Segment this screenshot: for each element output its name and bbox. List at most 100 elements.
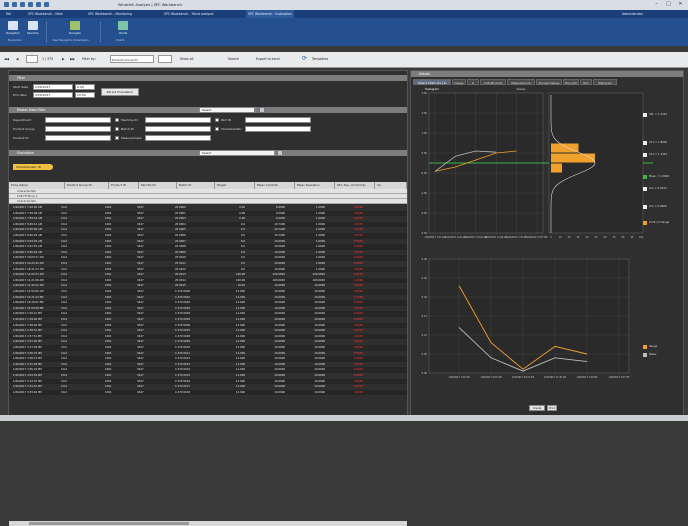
chart-tab[interactable]: CUSUM chart bbox=[480, 79, 506, 85]
prev-page-icon[interactable]: ◀ bbox=[16, 55, 18, 64]
chart-tab[interactable]: Measurement Values bbox=[507, 79, 535, 91]
search-button[interactable]: Search bbox=[228, 55, 239, 64]
end-date-input[interactable]: 2/26/2017 bbox=[33, 92, 73, 98]
templates-button[interactable]: Templates bbox=[312, 55, 328, 64]
y-tick-label: 2.50 bbox=[422, 112, 428, 115]
product-id-input[interactable] bbox=[45, 135, 111, 141]
y-tick-label: 0.05 bbox=[422, 353, 428, 356]
end-date-label: End date bbox=[13, 93, 27, 97]
table-row[interactable]: 1/26/2017 5:53:46 PM Cmd 1001 3447 C 470 001… bbox=[9, 389, 407, 396]
machine-id-input[interactable] bbox=[145, 117, 211, 123]
histogram-x-tick: 0 bbox=[550, 236, 552, 239]
characteristic-tag[interactable]: Characteristic ID bbox=[13, 164, 53, 170]
end-time-input[interactable]: 23:59 bbox=[75, 92, 95, 98]
column-header[interactable]: Mean Cm/Cmk bbox=[255, 182, 295, 189]
filter-select[interactable]: Product Group ID bbox=[110, 55, 154, 63]
tab-main[interactable]: SPC Workbench - Main bbox=[26, 10, 65, 18]
column-header[interactable]: Part No ID bbox=[139, 182, 177, 189]
column-header[interactable]: Time stamp bbox=[9, 182, 65, 189]
product-group-input[interactable] bbox=[45, 126, 111, 132]
horizontal-scrollbar[interactable] bbox=[9, 521, 407, 526]
show-all-button[interactable]: Show all bbox=[180, 55, 193, 64]
column-header[interactable]: Batch ID bbox=[177, 182, 215, 189]
evaluation-select[interactable]: Select bbox=[199, 150, 275, 156]
column-header[interactable]: Target bbox=[215, 182, 255, 189]
settings-icon[interactable] bbox=[44, 2, 49, 7]
print-button[interactable]: Print bbox=[547, 405, 557, 411]
characteristic-checkbox[interactable] bbox=[215, 127, 219, 131]
start-date-input[interactable]: 1/26/2017 bbox=[33, 84, 73, 90]
scrollbar-thumb[interactable] bbox=[29, 522, 189, 525]
characteristic-label: Characteristic bbox=[221, 127, 242, 131]
y-tick-label: 0.20 bbox=[422, 296, 428, 299]
part-checkbox[interactable] bbox=[215, 118, 219, 122]
tab-file[interactable]: File bbox=[4, 10, 13, 18]
refresh-icon[interactable] bbox=[36, 2, 41, 7]
refresh-icon[interactable]: ⟳ bbox=[302, 55, 307, 64]
legend-swatch bbox=[643, 141, 647, 145]
undo-icon[interactable] bbox=[12, 2, 17, 7]
first-page-icon[interactable]: ◀◀ bbox=[4, 55, 9, 64]
x-tick-label: 1/26/2017 9:03 AM bbox=[445, 236, 466, 239]
start-time-input[interactable]: 0:00 bbox=[75, 84, 95, 90]
histogram-x-tick: 30 bbox=[577, 236, 580, 239]
measurement-input[interactable] bbox=[145, 135, 211, 141]
column-header[interactable]: Mean Deviation bbox=[295, 182, 335, 189]
characteristic-input[interactable] bbox=[245, 126, 311, 132]
table-cell: 1001 bbox=[105, 390, 112, 394]
navigate-icon bbox=[70, 21, 80, 30]
part-id-label: Part ID bbox=[221, 118, 232, 122]
filter-value-input[interactable] bbox=[158, 55, 172, 63]
measurement-checkbox[interactable] bbox=[115, 136, 119, 140]
master-select[interactable]: Select bbox=[199, 107, 255, 113]
selection-button[interactable]: Selection bbox=[24, 21, 42, 43]
filter-header: Filter bbox=[9, 75, 407, 81]
tab-trend-analysis[interactable]: SPC Workbench - Trend analysis bbox=[162, 10, 215, 18]
group-row[interactable]: Characteristic bbox=[9, 199, 407, 204]
last-page-icon[interactable]: ▶▶ bbox=[70, 55, 75, 64]
page-input[interactable] bbox=[26, 55, 38, 63]
column-header[interactable]: Cp bbox=[375, 182, 407, 189]
part-id-input[interactable] bbox=[245, 117, 311, 123]
minimize-icon[interactable]: – bbox=[652, 1, 661, 8]
data-grid: Time stamp Product Group ID Product ID Part… bbox=[9, 182, 407, 526]
chart-tab[interactable]: Histogram bbox=[593, 79, 617, 85]
chart-tab[interactable]: Process Values bbox=[536, 79, 562, 85]
product-group-label: Product Group bbox=[13, 127, 35, 131]
batch-checkbox[interactable] bbox=[115, 127, 119, 131]
maximize-icon[interactable]: □ bbox=[664, 1, 673, 8]
chart-tab[interactable]: Xbar/s Chart (6+) & histogram bbox=[413, 79, 451, 91]
y-tick-label: -2.50 bbox=[421, 212, 428, 215]
navigation-icon bbox=[8, 21, 18, 30]
y-tick-label: -1.50 bbox=[421, 192, 428, 195]
chart-tab[interactable]: QCC bbox=[580, 79, 592, 85]
chart-tab[interactable]: Values bbox=[452, 79, 466, 85]
legend-label: UCL = 1.8000 bbox=[649, 141, 668, 144]
chart-tab[interactable]: Box plot bbox=[563, 79, 579, 85]
y-tick-label: 3.50 bbox=[422, 92, 428, 95]
period-evaluation-button[interactable]: Period Evaluation bbox=[101, 88, 139, 96]
redo-icon[interactable] bbox=[20, 2, 25, 7]
close-icon[interactable]: × bbox=[676, 1, 685, 8]
save-icon[interactable] bbox=[4, 2, 9, 7]
tab-evaluation[interactable]: SPC Workbench - Evaluation bbox=[246, 10, 294, 18]
evaluation-run-button[interactable] bbox=[277, 150, 283, 156]
chart-tab[interactable]: R bbox=[467, 79, 479, 85]
batch-id-input[interactable] bbox=[145, 126, 211, 132]
next-page-icon[interactable]: ▶ bbox=[62, 55, 64, 64]
column-header[interactable]: Std. Dev. (Cm/Cmk) bbox=[335, 182, 375, 189]
create-chart-button[interactable]: Create Chart bbox=[529, 405, 545, 415]
tab-monitoring[interactable]: SPC Workbench - Monitoring bbox=[86, 10, 134, 18]
department-label: Department bbox=[13, 118, 32, 122]
column-header[interactable]: Product ID bbox=[109, 182, 139, 189]
print-icon[interactable] bbox=[28, 2, 33, 7]
legend-label: USL = 2.3333 bbox=[649, 113, 667, 116]
x-tick-label: 1/26/2017 1:20 PM bbox=[577, 376, 598, 379]
charts-button-label: Charts bbox=[118, 32, 128, 35]
machine-checkbox[interactable] bbox=[115, 118, 119, 122]
export-excel-button[interactable]: Export to excel bbox=[256, 55, 280, 64]
master-add-button[interactable] bbox=[259, 107, 265, 113]
department-input[interactable] bbox=[45, 117, 111, 123]
column-header[interactable]: Product Group ID bbox=[65, 182, 109, 189]
filter-label: Filter by: bbox=[82, 57, 96, 61]
